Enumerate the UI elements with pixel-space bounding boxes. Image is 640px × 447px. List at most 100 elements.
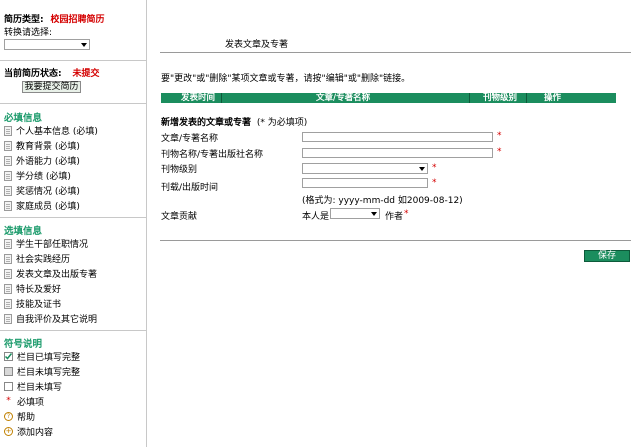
- legend-item-help: ? 帮助: [4, 410, 35, 423]
- legend-item-required: * 必填项: [4, 395, 45, 409]
- checkbox-partial-icon: [4, 367, 13, 376]
- legend-label: 栏目已填写完整: [17, 353, 81, 363]
- checkbox-checked-icon: [4, 352, 13, 361]
- status-row: 当前简历状态: 未提交: [4, 66, 100, 79]
- sidebar-item-skills[interactable]: 技能及证书: [4, 297, 61, 310]
- legend-label: 栏目未填写: [17, 383, 63, 393]
- document-icon: [4, 313, 12, 324]
- switch-label: 转换请选择:: [4, 28, 53, 38]
- legend-item-add: + 添加内容: [4, 425, 53, 438]
- form-note: (* 为必填项): [256, 118, 308, 128]
- divider: [0, 60, 146, 61]
- author-rank-select[interactable]: [330, 208, 380, 219]
- divider: [0, 103, 146, 104]
- optional-section-title: 选填信息: [4, 226, 43, 237]
- column-header-date: 发表时间: [181, 93, 216, 103]
- resume-type-select[interactable]: [4, 39, 90, 50]
- document-icon: [4, 253, 12, 264]
- asterisk-icon: *: [6, 396, 11, 406]
- article-title-input[interactable]: [302, 132, 493, 142]
- publish-date-input[interactable]: [302, 178, 428, 188]
- column-header-actions: 操作: [544, 93, 562, 103]
- sidebar-item-label: 奖惩情况 (必填): [16, 187, 80, 197]
- sidebar-item-hobbies[interactable]: 特长及爱好: [4, 282, 61, 295]
- column-header-title: 文章/专著名称: [316, 93, 371, 103]
- sidebar-item-label: 技能及证书: [16, 300, 62, 310]
- contribution-field-label: 文章贡献: [161, 212, 198, 222]
- document-icon: [4, 140, 12, 151]
- title-field-label: 文章/专著名称: [161, 134, 219, 144]
- required-mark: *: [497, 131, 502, 141]
- checkbox-empty-icon: [4, 382, 13, 391]
- date-format-hint: (格式为: yyyy-mm-dd 如2009-08-12): [302, 196, 463, 206]
- legend-label: 帮助: [17, 413, 36, 423]
- sidebar-item-grades[interactable]: 学分绩 (必填): [4, 169, 71, 182]
- resume-type-row: 简历类型: 校园招聘简历: [4, 12, 105, 25]
- chevron-down-icon: [371, 212, 377, 216]
- level-field-label: 刊物级别: [161, 165, 198, 175]
- add-icon: +: [4, 427, 13, 436]
- status-value: 未提交: [72, 69, 100, 79]
- legend-section-title: 符号说明: [4, 339, 43, 350]
- resume-type-label: 简历类型:: [4, 15, 44, 25]
- sidebar-item-label: 教育背景 (必填): [16, 142, 80, 152]
- sidebar-item-label: 学分绩 (必填): [16, 172, 71, 182]
- chevron-down-icon: [81, 43, 87, 47]
- chevron-down-icon: [419, 167, 425, 171]
- contribution-suffix: 作者: [385, 212, 404, 222]
- sidebar-item-family[interactable]: 家庭成员 (必填): [4, 199, 80, 212]
- save-button[interactable]: 保存: [584, 250, 630, 262]
- title-divider: [160, 52, 631, 53]
- sidebar-item-self-evaluation[interactable]: 自我评价及其它说明: [4, 312, 97, 325]
- sidebar-item-publications[interactable]: 发表文章及出版专著: [4, 267, 97, 280]
- document-icon: [4, 185, 12, 196]
- document-icon: [4, 155, 12, 166]
- column-header-level: 刊物级别: [483, 93, 518, 103]
- column-divider: [526, 93, 527, 103]
- status-label: 当前简历状态:: [4, 69, 62, 79]
- sidebar-item-label: 家庭成员 (必填): [16, 202, 80, 212]
- legend-label: 必填项: [17, 398, 45, 408]
- required-mark: *: [432, 163, 437, 173]
- sidebar-item-language[interactable]: 外语能力 (必填): [4, 154, 80, 167]
- divider: [0, 217, 146, 218]
- sidebar-item-education[interactable]: 教育背景 (必填): [4, 139, 80, 152]
- form-title: 新增发表的文章或专著: [161, 118, 252, 128]
- journal-level-select[interactable]: [302, 163, 428, 174]
- date-field-label: 刊载/出版时间: [161, 183, 219, 193]
- sidebar-item-label: 学生干部任职情况: [16, 240, 89, 250]
- publisher-name-input[interactable]: [302, 148, 493, 158]
- required-mark: *: [404, 209, 409, 219]
- required-mark: *: [432, 178, 437, 188]
- legend-label: 栏目未填写完整: [17, 368, 81, 378]
- sidebar-item-awards[interactable]: 奖惩情况 (必填): [4, 184, 80, 197]
- document-icon: [4, 170, 12, 181]
- sidebar-item-label: 特长及爱好: [16, 285, 62, 295]
- legend-item-complete: 栏目已填写完整: [4, 350, 80, 363]
- submit-resume-button[interactable]: 我要提交简历: [22, 81, 81, 93]
- form-divider: [160, 240, 631, 241]
- document-icon: [4, 238, 12, 249]
- document-icon: [4, 298, 12, 309]
- required-mark: *: [497, 147, 502, 157]
- sidebar-item-basic-info[interactable]: 个人基本信息 (必填): [4, 124, 98, 137]
- column-divider: [221, 93, 222, 103]
- form-title-row: 新增发表的文章或专著 (* 为必填项): [161, 115, 307, 128]
- legend-label: 添加内容: [17, 428, 54, 438]
- document-icon: [4, 268, 12, 279]
- publications-table-header: 发表时间 文章/专著名称 刊物级别 操作: [161, 93, 616, 103]
- sidebar-item-label: 社会实践经历: [16, 255, 71, 265]
- sidebar-item-label: 自我评价及其它说明: [16, 315, 98, 325]
- legend-item-empty: 栏目未填写: [4, 380, 62, 393]
- sidebar-item-social-practice[interactable]: 社会实践经历: [4, 252, 70, 265]
- sidebar-item-student-leader[interactable]: 学生干部任职情况: [4, 237, 88, 250]
- publisher-field-label: 刊物名称/专著出版社名称: [161, 150, 264, 160]
- page-title: 发表文章及专著: [225, 40, 289, 50]
- divider: [0, 330, 146, 331]
- contribution-prefix: 本人是: [302, 212, 330, 222]
- help-icon: ?: [4, 412, 13, 421]
- sidebar-item-label: 发表文章及出版专著: [16, 270, 98, 280]
- legend-item-incomplete: 栏目未填写完整: [4, 365, 80, 378]
- document-icon: [4, 200, 12, 211]
- sidebar-item-label: 外语能力 (必填): [16, 157, 80, 167]
